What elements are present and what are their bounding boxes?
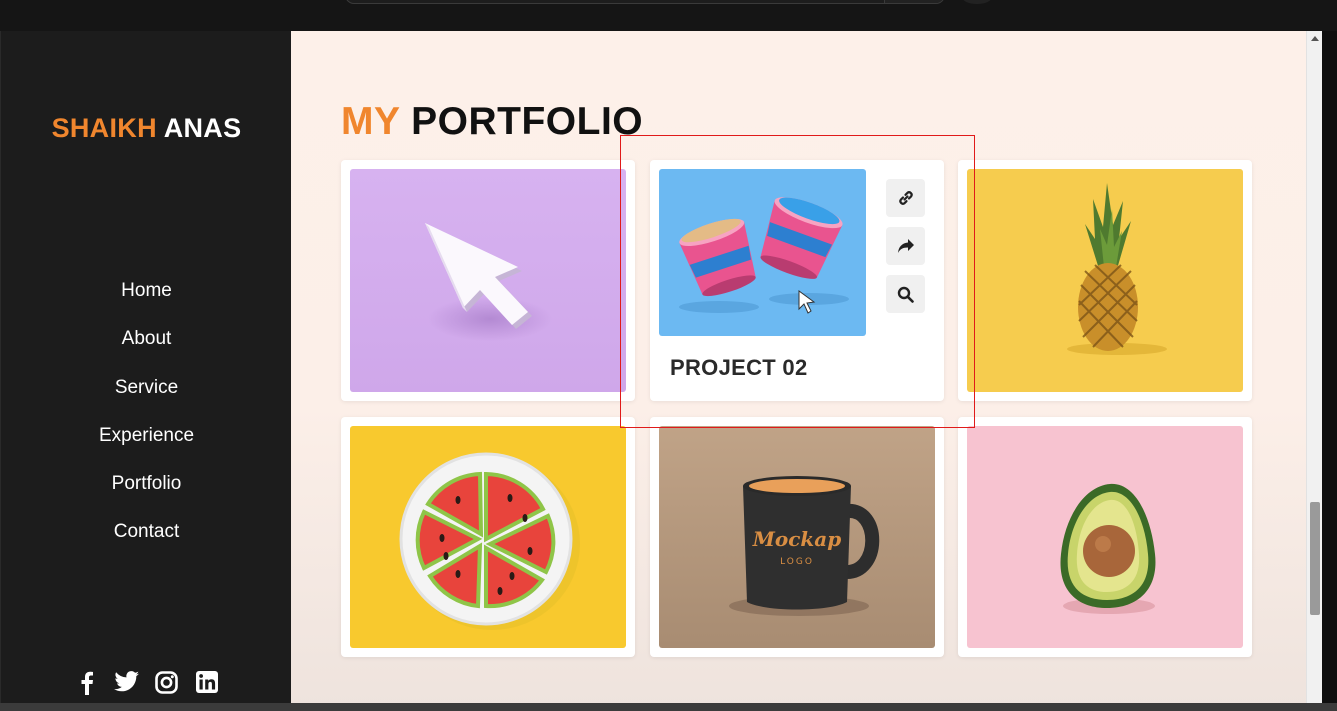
logo-last-name: ANAS xyxy=(163,113,242,143)
scrollbar-thumb[interactable] xyxy=(1310,502,1320,615)
link-icon[interactable] xyxy=(886,179,925,217)
twitter-icon[interactable] xyxy=(113,669,140,695)
search-icon[interactable] xyxy=(886,275,925,313)
svg-text:Mockap: Mockap xyxy=(752,527,841,551)
project-actions xyxy=(886,179,926,323)
portfolio-card[interactable]: Mockap LOGO xyxy=(650,417,944,657)
window-edge xyxy=(1322,31,1337,711)
bottom-taskbar-edge xyxy=(0,703,1337,711)
social-links xyxy=(1,669,292,695)
project-title: PROJECT 02 xyxy=(670,355,808,380)
sidebar-nav: Home About Service Experience Portfolio … xyxy=(1,276,292,566)
address-bar-button[interactable] xyxy=(884,0,944,3)
project-image-mug: Mockap LOGO xyxy=(659,426,935,648)
svg-text:LOGO: LOGO xyxy=(780,557,814,567)
browser-control[interactable] xyxy=(962,0,992,4)
page-title-accent: MY xyxy=(341,100,400,143)
project-image-avocado xyxy=(967,426,1243,648)
page-title: MY PORTFOLIO xyxy=(341,100,643,144)
browser-top-bar xyxy=(0,0,1337,31)
logo-first-name: SHAIKH xyxy=(51,113,157,143)
nav-item-contact[interactable]: Contact xyxy=(1,517,292,565)
nav-item-service[interactable]: Service xyxy=(1,373,292,421)
nav-item-home[interactable]: Home xyxy=(1,276,292,324)
address-bar[interactable] xyxy=(345,0,945,4)
portfolio-card[interactable] xyxy=(958,160,1252,401)
portfolio-section: MY PORTFOLIO PROJECT 02 Mockap LOGO xyxy=(291,31,1306,711)
nav-item-experience[interactable]: Experience xyxy=(1,421,292,469)
portfolio-card[interactable] xyxy=(341,160,635,401)
scrollbar[interactable] xyxy=(1306,31,1322,711)
instagram-icon[interactable] xyxy=(154,669,180,695)
linkedin-icon[interactable] xyxy=(194,669,220,695)
project-image-watermelon xyxy=(350,426,626,648)
portfolio-card-project-02[interactable]: PROJECT 02 xyxy=(650,160,944,401)
share-icon[interactable] xyxy=(886,227,925,265)
portfolio-card[interactable] xyxy=(341,417,635,657)
sidebar: SHAIKH ANAS Home About Service Experienc… xyxy=(0,31,291,711)
page-title-main: PORTFOLIO xyxy=(411,100,644,143)
scroll-up-icon[interactable] xyxy=(1311,36,1319,41)
project-image-ice-cream-cups xyxy=(659,169,866,336)
portfolio-card[interactable] xyxy=(958,417,1252,657)
facebook-icon[interactable] xyxy=(74,669,100,695)
project-image-pineapple xyxy=(967,169,1243,392)
nav-item-about[interactable]: About xyxy=(1,324,292,372)
site-logo[interactable]: SHAIKH ANAS xyxy=(1,113,292,144)
project-image-cursor xyxy=(350,169,626,392)
nav-item-portfolio[interactable]: Portfolio xyxy=(1,469,292,517)
